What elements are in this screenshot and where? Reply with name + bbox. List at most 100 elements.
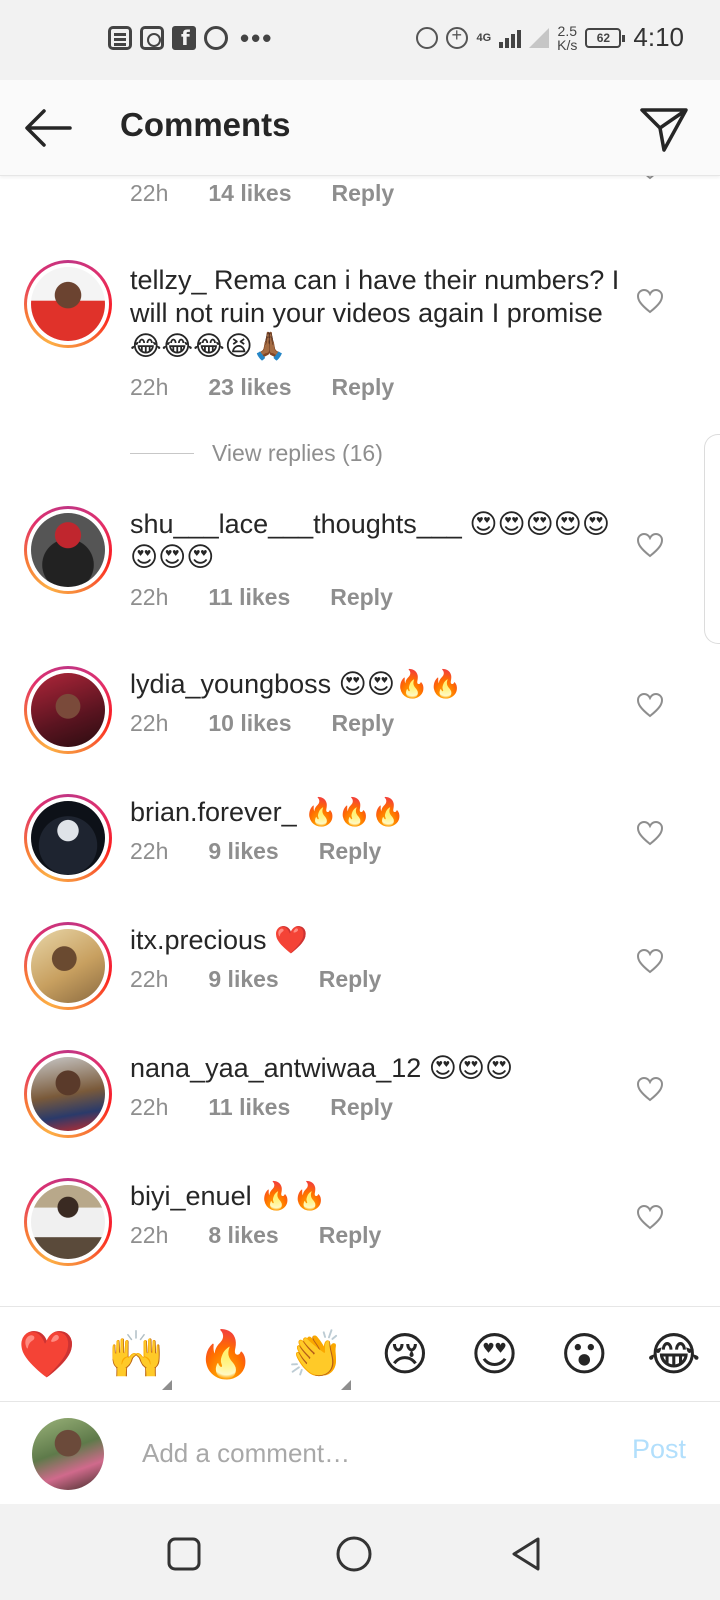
comment-username[interactable]: shu___lace___thoughts___ [130, 509, 462, 539]
like-heart-icon[interactable] [636, 288, 664, 314]
view-replies-button[interactable]: View replies (16) [130, 440, 383, 467]
like-heart-icon[interactable] [636, 692, 664, 718]
chrome-icon [204, 26, 228, 50]
comment-likes[interactable]: 9 likes [208, 966, 278, 993]
clock: 4:10 [633, 22, 684, 52]
comment-likes[interactable]: 11 likes [208, 584, 290, 611]
emoji-fire[interactable]: 🔥 [197, 1327, 254, 1382]
reply-button[interactable]: Reply [319, 966, 382, 993]
comment-composer: Post [0, 1402, 720, 1504]
comment-input[interactable] [142, 1430, 582, 1476]
data-saver-icon [446, 25, 469, 49]
comment-content: 🔥🔥 [259, 1181, 327, 1211]
instagram-icon [140, 26, 164, 50]
comment-likes[interactable]: 23 likes [208, 374, 291, 401]
comment-username[interactable]: biyi_enuel [130, 1181, 252, 1211]
signal-icon [499, 28, 522, 48]
comment-username[interactable]: itx.precious [130, 925, 267, 955]
comment-meta: 22h 14 likes Reply [130, 180, 394, 207]
network-speed: 2.5 K/s [557, 24, 577, 52]
network-type: 4G [476, 31, 492, 44]
speed-unit: K/s [557, 36, 578, 53]
back-nav-icon[interactable] [506, 1534, 546, 1574]
side-panel-handle[interactable] [704, 434, 720, 644]
like-heart-icon[interactable] [636, 532, 664, 558]
comment-text: shu___lace___thoughts___ 😍😍😍😍😍😍😍😍 [130, 508, 620, 574]
like-heart-icon[interactable] [636, 1076, 664, 1102]
page-title: Comments [120, 106, 291, 143]
avatar[interactable] [24, 794, 112, 882]
system-navigation-bar [0, 1504, 720, 1600]
comment-meta: 22h 8 likes Reply [130, 1222, 381, 1249]
news-icon [108, 26, 132, 50]
avatar[interactable] [24, 666, 112, 754]
alarm-icon [416, 26, 439, 49]
comment-time: 22h [130, 1094, 169, 1120]
emoji-crying-face[interactable]: 😢 [377, 1327, 433, 1381]
comment-meta: 22h 11 likes Reply [130, 584, 393, 611]
comment-text: brian.forever_ 🔥🔥🔥 [130, 796, 620, 829]
comment-time: 22h [130, 838, 169, 864]
like-heart-icon[interactable] [636, 1204, 664, 1230]
comment-time: 22h [130, 374, 169, 400]
comment-time: 22h [130, 966, 169, 992]
reply-button[interactable]: Reply [330, 584, 393, 611]
replies-divider [130, 452, 194, 455]
comment-likes[interactable]: 10 likes [208, 710, 291, 737]
comment-username[interactable]: tellzy_ [130, 265, 207, 295]
emoji-raised-hands-glyph: 🙌 [107, 1326, 165, 1381]
comment-meta: 22h 10 likes Reply [130, 710, 394, 737]
comment-time: 22h [130, 180, 169, 206]
comment-content: 😍😍😍 [428, 1053, 514, 1083]
battery-icon: 62 [585, 27, 626, 48]
status-bar: ••• 4G 2.5 K/s 62 4:10 [0, 0, 720, 80]
home-icon[interactable] [334, 1534, 374, 1574]
skin-tone-indicator-icon [341, 1379, 352, 1390]
like-heart-icon[interactable] [636, 820, 664, 846]
notification-icons: ••• [108, 25, 273, 51]
avatar[interactable] [24, 1178, 112, 1266]
current-user-avatar [32, 1418, 104, 1490]
post-button[interactable]: Post [632, 1434, 686, 1465]
skin-tone-indicator-icon [161, 1379, 172, 1390]
reply-button[interactable]: Reply [332, 374, 395, 401]
comment-likes[interactable]: 9 likes [208, 838, 278, 865]
signal-empty-icon [529, 27, 550, 48]
like-heart-icon[interactable] [636, 176, 664, 180]
reply-button[interactable]: Reply [332, 710, 395, 737]
reply-button[interactable]: Reply [319, 1222, 382, 1249]
comment-text: lydia_youngboss 😍😍🔥🔥 [130, 668, 620, 701]
send-paper-plane-icon[interactable] [636, 100, 692, 156]
emoji-heart[interactable]: ❤️ [18, 1327, 75, 1382]
comment-likes[interactable]: 8 likes [208, 1222, 278, 1249]
reply-button[interactable]: Reply [330, 1094, 393, 1121]
back-arrow-icon[interactable] [22, 106, 74, 150]
comment-text: nana_yaa_antwiwaa_12 😍😍😍 [130, 1052, 620, 1085]
comment-username[interactable]: brian.forever_ [130, 797, 297, 827]
comment-username[interactable]: lydia_youngboss [130, 669, 331, 699]
avatar[interactable] [24, 506, 112, 594]
emoji-surprised-face[interactable]: 😮 [556, 1327, 612, 1381]
comment-text: biyi_enuel 🔥🔥 [130, 1180, 620, 1213]
emoji-raised-hands[interactable]: 🙌 [107, 1326, 172, 1390]
comments-list[interactable]: 22h 14 likes Reply tellzy_ Rema can i ha… [0, 176, 720, 1306]
comment-likes[interactable]: 14 likes [208, 180, 291, 207]
reply-button[interactable]: Reply [332, 180, 395, 207]
comment-content: 😍😍🔥🔥 [338, 669, 463, 699]
emoji-tears-of-joy[interactable]: 😂 [646, 1327, 702, 1381]
comment-meta: 22h 9 likes Reply [130, 838, 381, 865]
comment-text: itx.precious ❤️ [130, 924, 620, 957]
recent-apps-icon[interactable] [164, 1534, 204, 1574]
avatar[interactable] [24, 922, 112, 1010]
comment-username[interactable]: nana_yaa_antwiwaa_12 [130, 1053, 421, 1083]
avatar[interactable] [24, 260, 112, 348]
comment-meta: 22h 11 likes Reply [130, 1094, 393, 1121]
comment-likes[interactable]: 11 likes [208, 1094, 290, 1121]
comment-time: 22h [130, 710, 169, 736]
comment-text: tellzy_ Rema can i have their numbers? I… [130, 264, 620, 363]
like-heart-icon[interactable] [636, 948, 664, 974]
emoji-heart-eyes[interactable]: 😍 [467, 1327, 523, 1381]
reply-button[interactable]: Reply [319, 838, 382, 865]
emoji-clapping-hands[interactable]: 👏 [287, 1327, 352, 1390]
avatar[interactable] [24, 1050, 112, 1138]
